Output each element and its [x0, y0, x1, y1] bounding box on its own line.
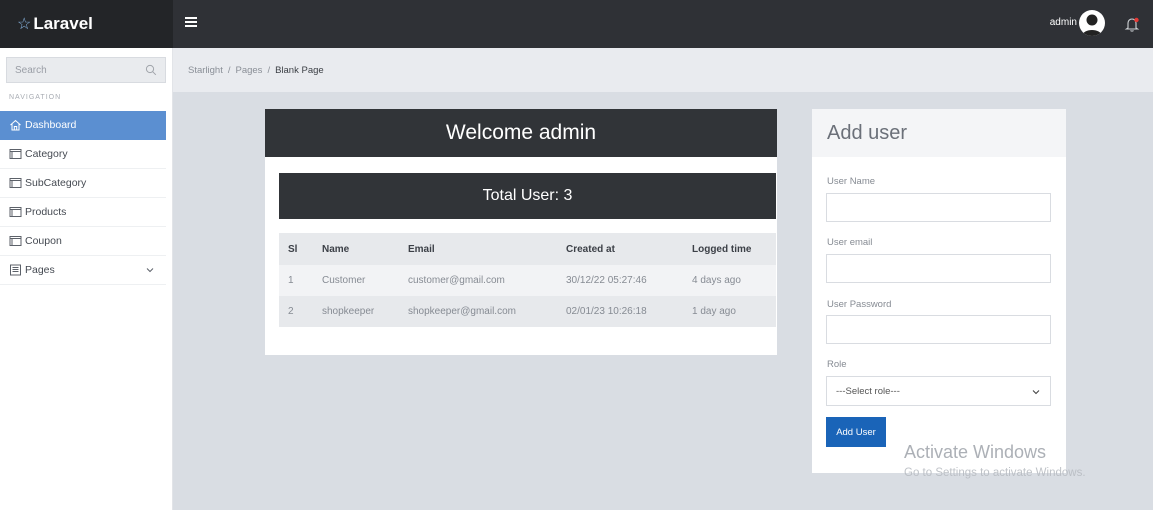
- column-header: Sl: [279, 233, 313, 265]
- column-header: Logged time: [683, 233, 776, 265]
- window-icon: [9, 207, 22, 217]
- sidebar-item-label: SubCategory: [25, 177, 87, 189]
- table-header-row: Sl Name Email Created at Logged time: [279, 233, 776, 265]
- role-selected-value: ---Select role---: [836, 385, 900, 397]
- table-cell: shopkeeper: [313, 296, 399, 327]
- sidebar-item-pages[interactable]: Pages: [0, 256, 166, 285]
- user-email-label: User email: [827, 237, 873, 248]
- user-avatar-icon: [1082, 14, 1102, 36]
- chevron-down-icon: [1032, 390, 1040, 395]
- user-password-field[interactable]: [826, 315, 1051, 344]
- table-cell: 2: [279, 296, 313, 327]
- user-name-label: User Name: [827, 176, 876, 187]
- sidebar-item-category[interactable]: Category: [0, 140, 166, 169]
- sidebar-item-label: Dashboard: [25, 119, 77, 131]
- brand-name: Laravel: [33, 14, 93, 33]
- breadcrumb-item-pages[interactable]: Pages: [236, 65, 263, 76]
- window-icon: [9, 149, 22, 159]
- table-cell: 1 day ago: [683, 296, 776, 327]
- table-cell: Customer: [313, 265, 399, 296]
- window-icon: [9, 236, 22, 246]
- column-header: Email: [399, 233, 557, 265]
- nav-heading: NAVIGATION: [9, 94, 62, 101]
- breadcrumb-separator: /: [227, 64, 231, 76]
- top-navbar: ☆ Laravel admin: [0, 0, 1153, 48]
- column-header: Name: [313, 233, 399, 265]
- chevron-down-icon: [146, 268, 154, 273]
- hamburger-icon: [185, 17, 197, 27]
- breadcrumb-separator: /: [267, 64, 271, 76]
- bell-icon: [1124, 17, 1140, 32]
- avatar[interactable]: [1079, 10, 1105, 36]
- sidebar-item-coupon[interactable]: Coupon: [0, 227, 166, 256]
- table-cell: 4 days ago: [683, 265, 776, 296]
- document-icon: [10, 264, 21, 276]
- activation-watermark-subtitle: Go to Settings to activate Windows.: [904, 467, 1086, 479]
- user-password-label: User Password: [827, 299, 892, 310]
- welcome-title: Welcome admin: [265, 109, 777, 157]
- sidebar: Search NAVIGATION Dashboard Category Sub…: [0, 48, 173, 510]
- add-user-card: Add user User Name User email User Passw…: [812, 109, 1066, 473]
- search-placeholder: Search: [15, 64, 47, 76]
- brand-logo[interactable]: ☆ Laravel: [0, 0, 173, 48]
- notification-dot: [1134, 17, 1139, 23]
- search-input[interactable]: Search: [6, 57, 166, 83]
- table-cell: 02/01/23 10:26:18: [557, 296, 683, 327]
- users-table: Sl Name Email Created at Logged time 1 C…: [279, 233, 776, 327]
- table-row: 2 shopkeeper shopkeeper@gmail.com 02/01/…: [279, 296, 776, 327]
- sidebar-item-label: Products: [25, 206, 67, 218]
- search-icon[interactable]: [145, 64, 157, 76]
- total-users-banner: Total User: 3: [279, 173, 776, 219]
- table-row: 1 Customer customer@gmail.com 30/12/22 0…: [279, 265, 776, 296]
- table-cell: 1: [279, 265, 313, 296]
- sidebar-item-products[interactable]: Products: [0, 198, 166, 227]
- star-icon: ☆: [17, 16, 32, 33]
- breadcrumb: Starlight / Pages / Blank Page: [173, 48, 1153, 92]
- table-cell: 30/12/22 05:27:46: [557, 265, 683, 296]
- menu-toggle-button[interactable]: [185, 14, 205, 34]
- user-name[interactable]: admin: [1050, 17, 1077, 28]
- sidebar-item-label: Pages: [25, 264, 55, 276]
- sidebar-item-subcategory[interactable]: SubCategory: [0, 169, 166, 198]
- table-cell: customer@gmail.com: [399, 265, 557, 296]
- sidebar-item-label: Category: [25, 148, 68, 160]
- nav-list: Dashboard Category SubCategory Products …: [0, 111, 166, 285]
- column-header: Created at: [557, 233, 683, 265]
- sidebar-item-dashboard[interactable]: Dashboard: [0, 111, 166, 140]
- main-content: Starlight / Pages / Blank Page Welcome a…: [173, 48, 1153, 510]
- breadcrumb-item-starlight[interactable]: Starlight: [188, 65, 223, 76]
- notifications-button[interactable]: [1123, 15, 1141, 33]
- table-cell: shopkeeper@gmail.com: [399, 296, 557, 327]
- sidebar-item-label: Coupon: [25, 235, 62, 247]
- home-icon: [10, 119, 21, 131]
- activation-watermark-title: Activate Windows: [904, 442, 1047, 462]
- role-select[interactable]: ---Select role---: [826, 376, 1051, 406]
- add-user-button[interactable]: Add User: [826, 417, 886, 447]
- role-label: Role: [827, 359, 847, 370]
- user-email-field[interactable]: [826, 254, 1051, 283]
- user-name-field[interactable]: [826, 193, 1051, 222]
- add-user-title: Add user: [812, 109, 1066, 157]
- welcome-card: Welcome admin Total User: 3 Sl Name Emai…: [265, 109, 777, 355]
- breadcrumb-current: Blank Page: [275, 64, 324, 76]
- window-icon: [9, 178, 22, 188]
